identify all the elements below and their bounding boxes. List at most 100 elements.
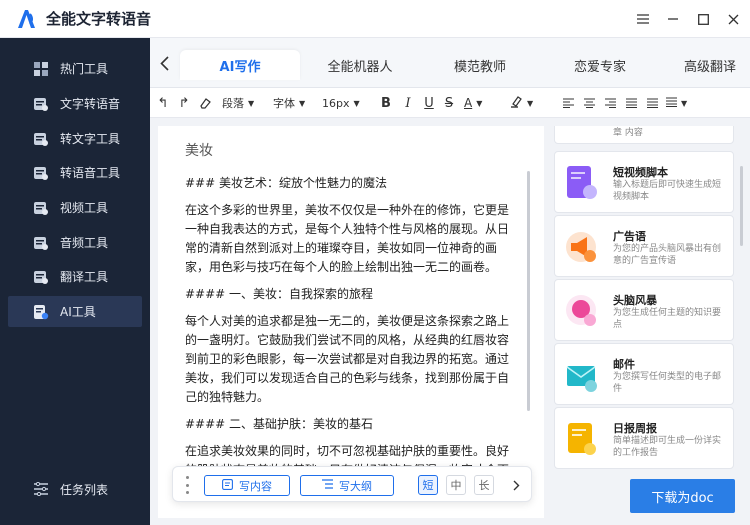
tab-advanced-translate[interactable]: 高级翻译 — [670, 50, 750, 80]
ai-tools-icon — [32, 303, 50, 321]
card-title: 日报周报 — [613, 422, 657, 435]
report-icon — [565, 420, 599, 458]
maximize-icon[interactable] — [696, 12, 710, 26]
template-card-partial[interactable]: 章 内容 — [554, 126, 734, 144]
line-spacing-icon — [666, 96, 677, 110]
task-list-icon — [32, 480, 50, 498]
chevron-down-icon: ▼ — [353, 98, 360, 108]
template-card-ad-slogan[interactable]: 广告语 为您的产品头脑风暴出有创意的广告宣传语 — [554, 215, 734, 277]
align-right-icon[interactable] — [603, 88, 617, 118]
translate-icon — [32, 268, 50, 286]
task-list-label: 任务列表 — [60, 482, 109, 497]
template-card-brainstorm[interactable]: 头脑风暴 为您生成任何主题的知识要点 — [554, 279, 734, 341]
chevron-down-icon: ▼ — [248, 98, 255, 108]
chevron-down-icon: ▼ — [476, 98, 483, 108]
card-title: 邮件 — [613, 358, 635, 371]
task-list-button[interactable]: 任务列表 — [8, 474, 142, 504]
font-select[interactable]: 字体 ▼ — [273, 88, 305, 118]
sidebar-item-ai-tools[interactable]: AI工具 — [8, 296, 142, 327]
sidebar-item-video[interactable]: 视频工具 — [8, 192, 142, 223]
sidebar-item-label: 音频工具 — [60, 236, 109, 250]
sidebar-item-label: 翻译工具 — [60, 270, 109, 284]
mail-icon — [565, 356, 599, 394]
card-title: 头脑风暴 — [613, 294, 657, 307]
chevron-down-icon: ▼ — [681, 98, 688, 108]
list-icon[interactable] — [645, 88, 659, 118]
sidebar-item-to-text[interactable]: 转文字工具 — [8, 123, 142, 154]
document-body[interactable]: ### 美妆艺术：绽放个性魅力的魔法 在这个多彩的世界里，美妆不仅仅是一种外在的… — [185, 174, 513, 507]
video-icon — [32, 199, 50, 217]
length-long-button[interactable]: 长 — [474, 475, 494, 495]
chevron-right-icon[interactable] — [509, 476, 523, 494]
card-description: 简单描述即可生成一份详实的工作报告 — [613, 436, 722, 458]
tab-love-expert[interactable]: 恋爱专家 — [550, 50, 650, 80]
sidebar-item-label: 转语音工具 — [60, 166, 121, 180]
sidebar: 热门工具 文字转语音 转文字工具 转语音工具 视频工具 音频工具 翻译工具 AI… — [0, 38, 150, 525]
card-description: 为您的产品头脑风暴出有创意的广告宣传语 — [613, 244, 722, 266]
sidebar-item-translate[interactable]: 翻译工具 — [8, 261, 142, 292]
highlighter-icon — [510, 95, 523, 111]
length-medium-button[interactable]: 中 — [446, 475, 466, 495]
app-logo-icon — [16, 8, 38, 30]
tab-bar: AI写作 全能机器人 模范教师 恋爱专家 高级翻译 — [150, 38, 750, 88]
document-editor[interactable]: 美妆 ### 美妆艺术：绽放个性魅力的魔法 在这个多彩的世界里，美妆不仅仅是一种… — [158, 126, 544, 518]
back-arrow-icon[interactable] — [156, 54, 172, 72]
sidebar-item-audio[interactable]: 音频工具 — [8, 227, 142, 258]
document-title: 美妆 — [185, 143, 213, 159]
close-icon[interactable] — [726, 12, 740, 26]
justify-icon[interactable] — [624, 88, 638, 118]
sidebar-item-label: 热门工具 — [60, 62, 109, 76]
tab-ai-writing[interactable]: AI写作 — [180, 50, 300, 80]
grid-icon — [32, 60, 50, 78]
tab-model-teacher[interactable]: 模范教师 — [430, 50, 530, 80]
strikethrough-icon[interactable]: S̶ — [442, 88, 456, 118]
to-text-icon — [32, 130, 50, 148]
highlight-button[interactable]: ▼ — [510, 88, 533, 118]
align-left-icon[interactable] — [561, 88, 575, 118]
document-scrollbar[interactable] — [527, 171, 530, 411]
template-card-video-script[interactable]: 短视频脚本 输入标题后即可快速生成短视频脚本 — [554, 151, 734, 213]
redo-icon[interactable]: ↱ — [177, 88, 191, 118]
paragraph-select[interactable]: 段落 ▼ — [222, 88, 254, 118]
drag-handle-icon[interactable] — [184, 476, 190, 494]
tab-all-robot[interactable]: 全能机器人 — [310, 50, 410, 80]
card-title: 短视频脚本 — [613, 166, 668, 179]
doc-heading: ### 美妆艺术：绽放个性魅力的魔法 — [185, 176, 387, 190]
eraser-icon[interactable] — [198, 88, 212, 118]
sidebar-item-label: 文字转语音 — [60, 97, 121, 111]
minimize-icon[interactable] — [666, 12, 680, 26]
document-icon — [222, 478, 233, 493]
card-title: 广告语 — [613, 230, 646, 243]
doc-paragraph: 每个人对美的追求都是独一无二的，美妆便是这条探索之路上的一盏明灯。它鼓励我们尝试… — [185, 314, 510, 404]
card-description: 为您生成任何主题的知识要点 — [613, 308, 722, 330]
write-content-button[interactable]: 写内容 — [204, 475, 290, 496]
write-outline-button[interactable]: 写大纲 — [300, 475, 394, 496]
template-card-email[interactable]: 邮件 为您撰写任何类型的电子邮件 — [554, 343, 734, 405]
card-description: 为您撰写任何类型的电子邮件 — [613, 372, 722, 394]
length-short-button[interactable]: 短 — [418, 475, 438, 495]
audio-icon — [32, 234, 50, 252]
main-area: AI写作 全能机器人 模范教师 恋爱专家 高级翻译 ↰ ↱ 段落 ▼ 字体 ▼ 16… — [150, 38, 750, 525]
sidebar-item-hot-tools[interactable]: 热门工具 — [8, 53, 142, 84]
chevron-down-icon: ▼ — [299, 98, 306, 108]
text-to-speech-icon — [32, 95, 50, 113]
template-card-panel: 章 内容 短视频脚本 输入标题后即可快速生成短视频脚本 广告语 为您的产品头脑风… — [554, 126, 742, 471]
line-spacing-button[interactable]: ▼ — [666, 88, 687, 118]
sidebar-item-text-to-speech[interactable]: 文字转语音 — [8, 88, 142, 119]
card-panel-scrollbar[interactable] — [740, 166, 743, 246]
download-doc-button[interactable]: 下载为doc — [630, 479, 735, 513]
font-color-icon: A — [464, 96, 473, 110]
menu-icon[interactable] — [636, 12, 650, 26]
megaphone-icon — [565, 228, 599, 266]
font-size-select[interactable]: 16px ▼ — [322, 88, 360, 118]
bold-icon[interactable]: B — [379, 88, 393, 118]
template-card-daily-report[interactable]: 日报周报 简单描述即可生成一份详实的工作报告 — [554, 407, 734, 469]
undo-icon[interactable]: ↰ — [156, 88, 170, 118]
sidebar-item-to-voice[interactable]: 转语音工具 — [8, 157, 142, 188]
font-color-button[interactable]: A ▼ — [464, 88, 482, 118]
underline-icon[interactable]: U — [422, 88, 436, 118]
align-center-icon[interactable] — [582, 88, 596, 118]
italic-icon[interactable]: I — [401, 88, 415, 118]
app-title: 全能文字转语音 — [46, 10, 152, 28]
doc-heading: #### 二、基础护肤：美妆的基石 — [185, 417, 374, 431]
